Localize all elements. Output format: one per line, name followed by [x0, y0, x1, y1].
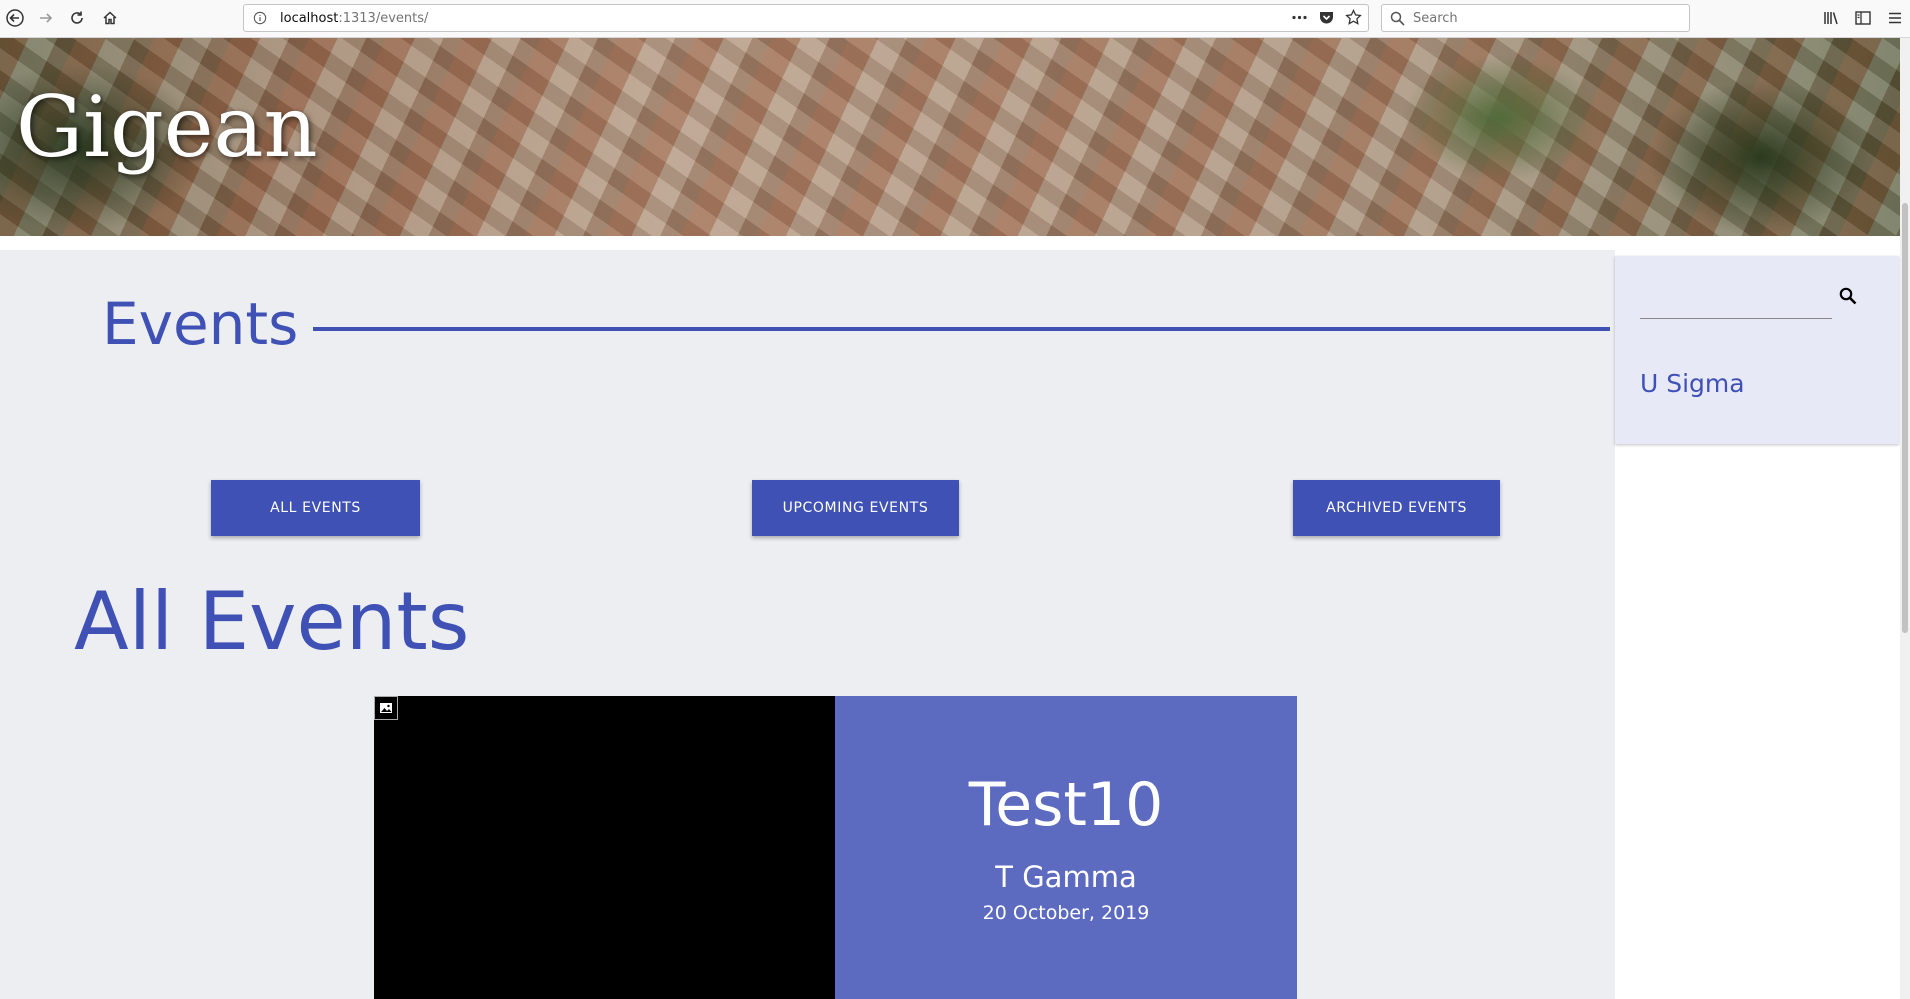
hero-banner: Gigean [0, 38, 1900, 236]
reload-button[interactable] [62, 3, 92, 33]
sidebar: U Sigma [1615, 256, 1899, 444]
back-arrow-icon [6, 9, 24, 27]
library-icon [1824, 12, 1838, 25]
bookmark-star-icon[interactable] [1345, 9, 1362, 26]
url-host: localhost [280, 10, 339, 26]
forward-button[interactable] [31, 3, 61, 33]
menu-button[interactable] [1880, 3, 1910, 33]
home-button[interactable] [95, 3, 125, 33]
address-bar[interactable]: localhost:1313/events/ [243, 4, 1369, 32]
heading-divider [313, 327, 1610, 331]
browser-search-bar[interactable] [1381, 4, 1690, 32]
browser-toolbar: localhost:1313/events/ [0, 0, 1910, 38]
scrollbar-thumb[interactable] [1902, 203, 1908, 633]
sidebar-link[interactable]: U Sigma [1640, 369, 1745, 398]
archived-events-button[interactable]: ARCHIVED EVENTS [1293, 480, 1500, 536]
search-icon [1839, 287, 1857, 305]
url-path: :1313/events/ [338, 10, 429, 26]
event-info-panel: Test10 T Gamma 20 October, 2019 [835, 696, 1297, 999]
site-title[interactable]: Gigean [16, 78, 318, 176]
browser-search-input[interactable] [1411, 9, 1675, 27]
upcoming-events-button[interactable]: UPCOMING EVENTS [752, 480, 959, 536]
info-icon[interactable] [252, 10, 268, 26]
sidebar-toggle-button[interactable] [1848, 3, 1878, 33]
event-organizer: T Gamma [995, 860, 1137, 894]
section-title: All Events [74, 575, 470, 668]
hamburger-menu-icon [1889, 12, 1901, 24]
event-date: 20 October, 2019 [982, 902, 1150, 924]
search-icon [1390, 11, 1405, 26]
event-image[interactable] [374, 696, 835, 999]
broken-image-icon [374, 696, 398, 720]
pocket-icon[interactable] [1318, 9, 1335, 26]
page-title: Events [102, 290, 299, 358]
sidebar-icon [1855, 11, 1871, 25]
sidebar-search-button[interactable] [1836, 284, 1860, 308]
event-title[interactable]: Test10 [835, 772, 1297, 838]
back-button[interactable] [0, 3, 30, 33]
all-events-button[interactable]: ALL EVENTS [211, 480, 420, 536]
home-icon [103, 11, 117, 25]
event-card[interactable]: Test10 T Gamma 20 October, 2019 [374, 696, 1297, 999]
sidebar-search-input[interactable] [1640, 286, 1832, 319]
library-button[interactable] [1816, 3, 1846, 33]
main-content: Events ALL EVENTS UPCOMING EVENTS ARCHIV… [0, 250, 1615, 999]
reload-icon [71, 11, 83, 24]
forward-arrow-icon [40, 13, 53, 23]
page-scrollbar[interactable] [1900, 38, 1910, 999]
page-actions-icon[interactable] [1291, 9, 1308, 26]
